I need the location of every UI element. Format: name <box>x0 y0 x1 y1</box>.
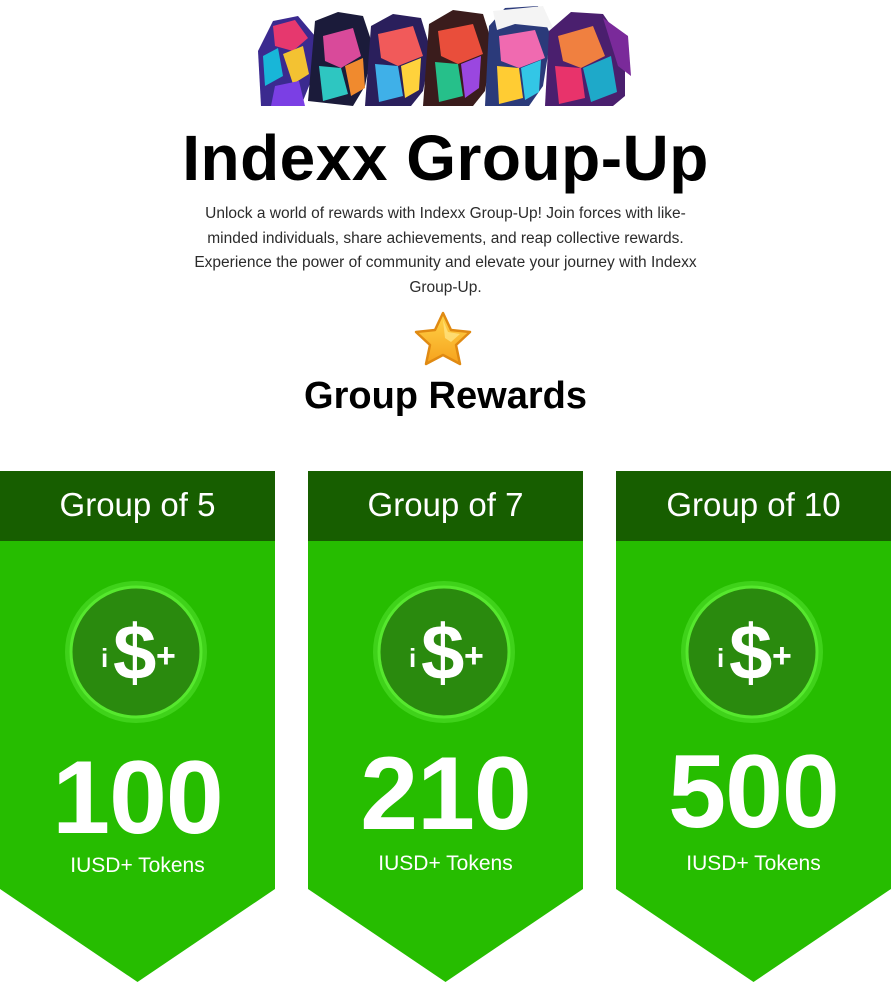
iusd-plus-coin-icon: i $ + <box>681 581 823 723</box>
portrait-collage-illustration <box>258 6 631 106</box>
reward-unit: IUSD+ Tokens <box>686 852 821 875</box>
reward-unit: IUSD+ Tokens <box>70 854 205 877</box>
svg-text:+: + <box>464 637 484 675</box>
svg-text:$: $ <box>729 608 772 696</box>
card-title: Group of 5 <box>59 486 216 523</box>
iusd-plus-coin-icon: i $ + <box>373 581 515 723</box>
intro-paragraph: Unlock a world of rewards with Indexx Gr… <box>194 205 697 296</box>
card-background <box>308 471 583 982</box>
reward-card-group-of-7: Group of 7 i $ + 210 IUSD+ Tokens <box>308 471 583 982</box>
card-background <box>616 471 891 982</box>
card-title: Group of 7 <box>367 486 524 523</box>
section-title: Group Rewards <box>304 375 587 417</box>
card-title: Group of 10 <box>666 486 841 523</box>
reward-card-group-of-10: Group of 10 i $ + 500 IUSD+ Tokens <box>616 471 891 982</box>
svg-text:i: i <box>717 643 724 673</box>
reward-unit: IUSD+ Tokens <box>378 852 513 875</box>
svg-text:+: + <box>156 637 176 675</box>
svg-text:$: $ <box>113 608 156 696</box>
star-icon <box>414 311 472 366</box>
reward-amount: 210 <box>360 736 532 852</box>
reward-amount: 500 <box>668 734 840 850</box>
svg-text:i: i <box>409 643 416 673</box>
reward-card-group-of-5: Group of 5 i $ + 100 IUSD+ Tokens <box>0 471 275 982</box>
card-background <box>0 471 275 982</box>
iusd-plus-coin-icon: i $ + <box>65 581 207 723</box>
page-title: Indexx Group-Up <box>182 122 709 194</box>
svg-text:i: i <box>101 643 108 673</box>
reward-amount: 100 <box>52 740 224 856</box>
svg-text:$: $ <box>421 608 464 696</box>
svg-text:+: + <box>772 637 792 675</box>
